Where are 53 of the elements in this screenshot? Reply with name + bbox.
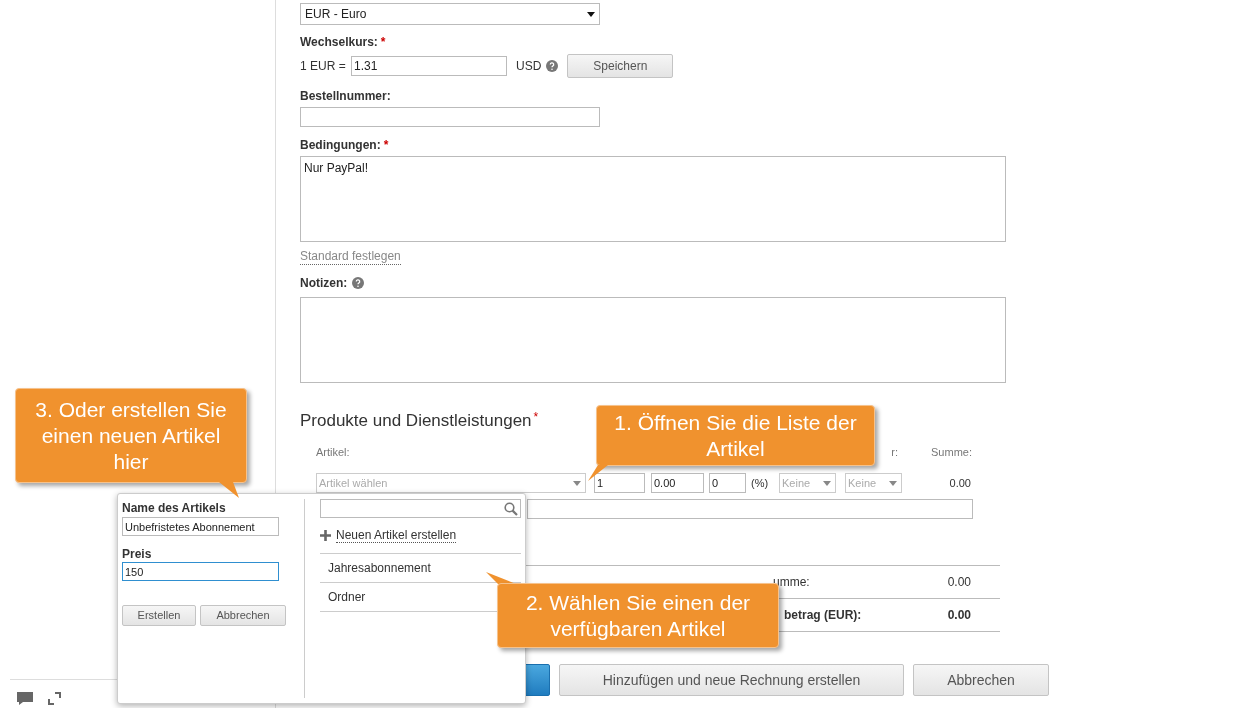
terms-textarea[interactable]: Nur PayPal! [300,156,1006,242]
set-default-link[interactable]: Standard festlegen [300,249,401,265]
cancel-button[interactable]: Abbrechen [913,664,1049,696]
description-input[interactable] [527,499,973,519]
item-option[interactable]: Ordner [328,588,366,606]
field-label: Bestellnummer: [300,88,391,105]
rate-prefix: 1 EUR = [300,58,347,75]
add-new-button[interactable]: Hinzufügen und neue Rechnung erstellen [559,664,904,696]
percent-label: (%) [751,475,770,491]
currency-unit: USD [516,58,542,75]
total-label: betrag (EUR): [784,607,862,624]
field-label: Notizen: [300,275,348,292]
column-header: r: [891,445,899,460]
quantity-input[interactable]: 1 [594,473,645,493]
field-label: Preis [122,546,153,561]
row-total: 0.00 [948,475,971,491]
caret-icon [587,11,595,17]
help-icon[interactable] [546,60,559,72]
field-label: Wechselkurs: [300,34,378,51]
total-value: 0.00 [947,574,971,591]
search-field[interactable] [320,499,521,518]
required-mark: * [383,137,389,154]
callout-pointer [219,482,241,500]
column-header: Summe: [931,445,972,460]
total-value: 0.00 [947,607,971,624]
required-mark: * [380,34,386,51]
caret-icon [823,480,831,486]
section-heading: Produkte und Dienstleistungen [300,410,532,432]
new-item-link[interactable]: Neuen Artikel erstellen [336,528,457,543]
callout-bubble: 3. Oder erstellen Sie einen neuen Artikel hier [15,388,247,483]
field-label: Name des Artikels [122,500,227,515]
item-option[interactable]: Jahresabonnement [328,559,431,577]
price-input[interactable]: 0.00 [651,473,704,493]
caret-icon [573,480,581,486]
create-button[interactable]: Erstellen [122,605,196,626]
save-button[interactable]: Speichern [567,54,674,78]
discount-input[interactable]: 0 [709,473,746,493]
caret-icon [889,480,897,486]
rate-input[interactable]: 1.31 [351,56,507,76]
field-label: Bedingungen: [300,137,381,154]
column-header: Artikel: [316,445,350,460]
plus-icon [320,530,331,541]
required-mark: * [533,409,539,426]
item-name-input[interactable]: Unbefristetes Abonnement [122,517,279,536]
expand-icon[interactable] [48,692,61,705]
item-price-input[interactable]: 150 [122,562,279,581]
help-icon[interactable] [352,277,365,289]
comment-icon[interactable] [16,691,34,706]
cancel-button[interactable]: Abbrechen [200,605,286,626]
order-number-input[interactable] [300,107,600,127]
callout-bubble: 1. Öffnen Sie die Liste der Artikel [596,405,875,466]
search-icon [504,501,518,516]
currency-select[interactable]: EUR - Euro [300,3,600,25]
